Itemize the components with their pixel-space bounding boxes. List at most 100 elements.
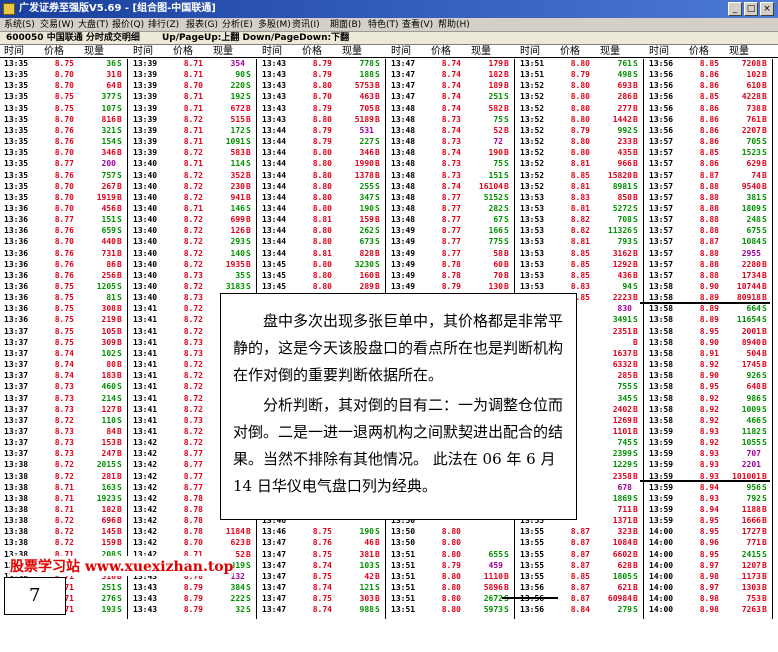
menu-item-10[interactable]: 特色(T)	[368, 18, 399, 32]
table-row[interactable]: 13:47 8.75 303 B	[258, 594, 386, 604]
table-row[interactable]: 13:36 8.75 308 B	[0, 304, 128, 314]
table-row[interactable]: 13:36 8.70 440 B	[0, 237, 128, 247]
table-row[interactable]: 13:56 8.87 60984B	[516, 594, 644, 604]
table-row[interactable]: 13:40 8.72 126 B	[129, 226, 257, 236]
table-row[interactable]: 13:39 8.71 192 S	[129, 92, 257, 102]
table-row[interactable]: 13:40 8.72 352 B	[129, 171, 257, 181]
table-row[interactable]: 13:40 8.71 146 S	[129, 204, 257, 214]
table-row[interactable]: 13:43 8.79 222 S	[129, 594, 257, 604]
table-row[interactable]: 13:48 8.74 582 B	[387, 104, 515, 114]
table-row[interactable]: 13:51 8.80 1110 B	[387, 572, 515, 582]
table-row[interactable]: 13:58 8.90 926 S	[645, 371, 773, 381]
table-row[interactable]: 13:52 8.80 233 B	[516, 137, 644, 147]
menu-item-5[interactable]: 报表(G)	[186, 18, 218, 32]
table-row[interactable]: 13:37 8.73 127 B	[0, 405, 128, 415]
table-row[interactable]: 13:49 8.77 58 B	[387, 249, 515, 259]
table-row[interactable]: 13:36 8.75 1205 S	[0, 282, 128, 292]
table-row[interactable]: 13:52 8.85 15820 B	[516, 171, 644, 181]
menu-item-1[interactable]: 交易(W)	[40, 18, 74, 32]
table-row[interactable]: 13:37 8.73 153 B	[0, 438, 128, 448]
table-row[interactable]: 14:00 8.97 1303 B	[645, 583, 773, 593]
table-row[interactable]: 13:59 8.92 1055 S	[645, 438, 773, 448]
table-row[interactable]: 13:47 8.74 179 B	[387, 59, 515, 69]
table-row[interactable]: 13:53 8.85 3162 B	[516, 249, 644, 259]
table-row[interactable]: 13:35 8.77 200	[0, 159, 128, 169]
table-row[interactable]: 13:51 8.80 2672S	[387, 594, 515, 604]
menu-item-0[interactable]: 系统(S)	[4, 18, 35, 32]
table-row[interactable]: 13:37 8.75 309 B	[0, 338, 128, 348]
table-row[interactable]: 13:47 8.76 46 B	[258, 538, 386, 548]
table-row[interactable]: 13:57 8.86 705 S	[645, 137, 773, 147]
table-row[interactable]: 13:52 8.79 992 S	[516, 126, 644, 136]
table-row[interactable]: 13:48 8.74 52 B	[387, 126, 515, 136]
table-row[interactable]: 13:58 8.90 8940 B	[645, 338, 773, 348]
table-row[interactable]: 13:43 8.79 32 S	[129, 605, 257, 615]
menu-item-12[interactable]: 帮助(H)	[438, 18, 470, 32]
table-row[interactable]: 13:47 8.74 121 S	[258, 583, 386, 593]
table-row[interactable]: 13:47 8.75 381 B	[258, 550, 386, 560]
table-row[interactable]: 13:55 8.87 628 B	[516, 561, 644, 571]
table-row[interactable]: 13:59 8.94 956 S	[645, 483, 773, 493]
table-row[interactable]: 13:51 8.79 459	[387, 561, 515, 571]
table-row[interactable]: 13:35 8.76 154 S	[0, 137, 128, 147]
table-row[interactable]: 14:00 8.98 1173 B	[645, 572, 773, 582]
table-row[interactable]: 13:50 8.80	[387, 527, 515, 537]
table-row[interactable]: 13:58 8.90 10744 B	[645, 282, 773, 292]
table-row[interactable]: 13:58 8.91 504 B	[645, 349, 773, 359]
table-row[interactable]: 13:43 8.79 705 B	[258, 104, 386, 114]
table-row[interactable]: 14:00 8.97 1207 B	[645, 561, 773, 571]
table-row[interactable]: 13:49 8.77 166 S	[387, 226, 515, 236]
table-row[interactable]: 13:59 8.93 707	[645, 449, 773, 459]
table-row[interactable]: 13:52 8.80 277 B	[516, 104, 644, 114]
table-row[interactable]: 13:51 8.80 761 S	[516, 59, 644, 69]
table-row[interactable]: 14:00 8.96 771 B	[645, 538, 773, 548]
table-row[interactable]: 13:58 8.89 11654 S	[645, 315, 773, 325]
table-row[interactable]: 13:59 8.95 1666 B	[645, 516, 773, 526]
table-row[interactable]: 13:55 8.87 6602 B	[516, 550, 644, 560]
table-row[interactable]: 13:56 8.86 102 B	[645, 70, 773, 80]
table-row[interactable]: 13:57 8.86 629 B	[645, 159, 773, 169]
table-row[interactable]: 13:58 8.95 648 B	[645, 382, 773, 392]
table-row[interactable]: 13:53 8.83 94 S	[516, 282, 644, 292]
table-row[interactable]: 13:35 8.70 64 B	[0, 81, 128, 91]
table-row[interactable]: 13:40 8.72 293 S	[129, 237, 257, 247]
table-row[interactable]: 13:56 8.84 279 S	[516, 605, 644, 615]
table-row[interactable]: 13:39 8.71 1091 S	[129, 137, 257, 147]
table-row[interactable]: 13:45 8.80 160 B	[258, 271, 386, 281]
table-row[interactable]: 13:38 8.72 159 B	[0, 538, 128, 548]
table-row[interactable]: 13:40 8.72 3183 S	[129, 282, 257, 292]
table-row[interactable]: 13:44 8.80 347 S	[258, 193, 386, 203]
restore-button[interactable]: □	[744, 2, 758, 16]
table-row[interactable]: 13:57 8.88 9540 B	[645, 182, 773, 192]
table-row[interactable]: 13:58 8.92 986 S	[645, 394, 773, 404]
menu-item-7[interactable]: 多股(M)	[258, 18, 291, 32]
table-row[interactable]: 13:50 8.80	[387, 538, 515, 548]
table-row[interactable]: 13:36 8.76 256 B	[0, 271, 128, 281]
table-row[interactable]: 13:49 8.77 775 S	[387, 237, 515, 247]
table-row[interactable]: 13:49 8.78 70 B	[387, 271, 515, 281]
table-row[interactable]: 13:35 8.76 321 S	[0, 126, 128, 136]
table-row[interactable]: 13:47 8.75 42 B	[258, 572, 386, 582]
table-row[interactable]: 13:36 8.76 659 S	[0, 226, 128, 236]
table-row[interactable]: 14:00 8.98 753 B	[645, 594, 773, 604]
table-row[interactable]: 13:57 8.88 2280 B	[645, 260, 773, 270]
table-row[interactable]: 13:57 8.85 1523 S	[645, 148, 773, 158]
table-row[interactable]: 13:37 8.73 247 B	[0, 449, 128, 459]
table-row[interactable]: 14:00 8.95 1727 B	[645, 527, 773, 537]
table-row[interactable]: 13:39 8.72 515 B	[129, 115, 257, 125]
table-row[interactable]: 13:57 8.88 381 S	[645, 193, 773, 203]
table-row[interactable]: 13:52 8.80 435 B	[516, 148, 644, 158]
table-row[interactable]: 13:55 8.87 323 B	[516, 527, 644, 537]
table-row[interactable]: 13:35 8.70 816 B	[0, 115, 128, 125]
table-row[interactable]: 13:44 8.80 673 S	[258, 237, 386, 247]
table-row[interactable]: 13:51 8.80 5973 S	[387, 605, 515, 615]
table-row[interactable]: 13:57 8.88 675 S	[645, 226, 773, 236]
table-row[interactable]: 13:53 8.85 436 B	[516, 271, 644, 281]
table-row[interactable]: 13:39 8.72 583 B	[129, 148, 257, 158]
table-row[interactable]: 13:57 8.88 2955	[645, 249, 773, 259]
table-row[interactable]: 13:37 8.73 460 S	[0, 382, 128, 392]
table-row[interactable]: 13:48 8.77 67 S	[387, 215, 515, 225]
table-row[interactable]: 13:39 8.71 354	[129, 59, 257, 69]
menu-item-3[interactable]: 报价(Q)	[112, 18, 144, 32]
table-row[interactable]: 13:36 8.75 219 B	[0, 315, 128, 325]
